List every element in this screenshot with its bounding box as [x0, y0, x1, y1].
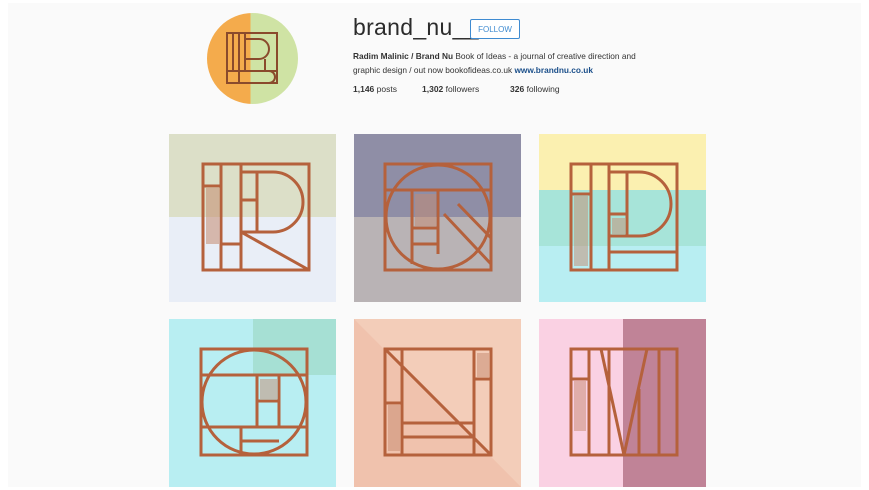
- letter-m-artwork: [539, 319, 706, 487]
- posts-count: 1,146: [353, 84, 375, 94]
- post-tile[interactable]: [354, 319, 521, 487]
- profile-username: brand_nu__: [353, 14, 479, 40]
- post-tile[interactable]: [539, 319, 706, 487]
- post-tile[interactable]: [169, 134, 336, 302]
- posts-stat: 1,146 posts: [353, 84, 397, 94]
- profile-avatar[interactable]: [207, 13, 298, 104]
- posts-label: posts: [376, 84, 397, 94]
- letter-r-artwork: [169, 134, 336, 302]
- post-tile[interactable]: [169, 319, 336, 487]
- bio-text-line1: Book of Ideas - a journal of creative di…: [453, 51, 636, 61]
- screenshot-frame: brand_nu__ FOLLOW Radim Malinic / Brand …: [0, 0, 869, 490]
- bio-name: Radim Malinic / Brand Nu: [353, 51, 454, 61]
- follow-button[interactable]: FOLLOW: [470, 19, 520, 39]
- letter-p-artwork: [539, 134, 706, 302]
- post-tile[interactable]: [539, 134, 706, 302]
- following-stat[interactable]: 326 following: [510, 84, 560, 94]
- post-tile[interactable]: [354, 134, 521, 302]
- profile-bio: Radim Malinic / Brand Nu Book of Ideas -…: [353, 49, 693, 77]
- followers-count: 1,302: [422, 84, 444, 94]
- letter-q-artwork: [354, 134, 521, 302]
- followers-label: followers: [445, 84, 480, 94]
- bio-website-link[interactable]: www.brandnu.co.uk: [514, 65, 593, 75]
- followers-stat[interactable]: 1,302 followers: [422, 84, 479, 94]
- letter-o-artwork: [169, 319, 336, 487]
- bio-text-line2: graphic design / out now bookofideas.co.…: [353, 65, 515, 75]
- monogram-icon: [226, 32, 278, 84]
- following-count: 326: [510, 84, 525, 94]
- letter-n-artwork: [354, 319, 521, 487]
- following-label: following: [526, 84, 560, 94]
